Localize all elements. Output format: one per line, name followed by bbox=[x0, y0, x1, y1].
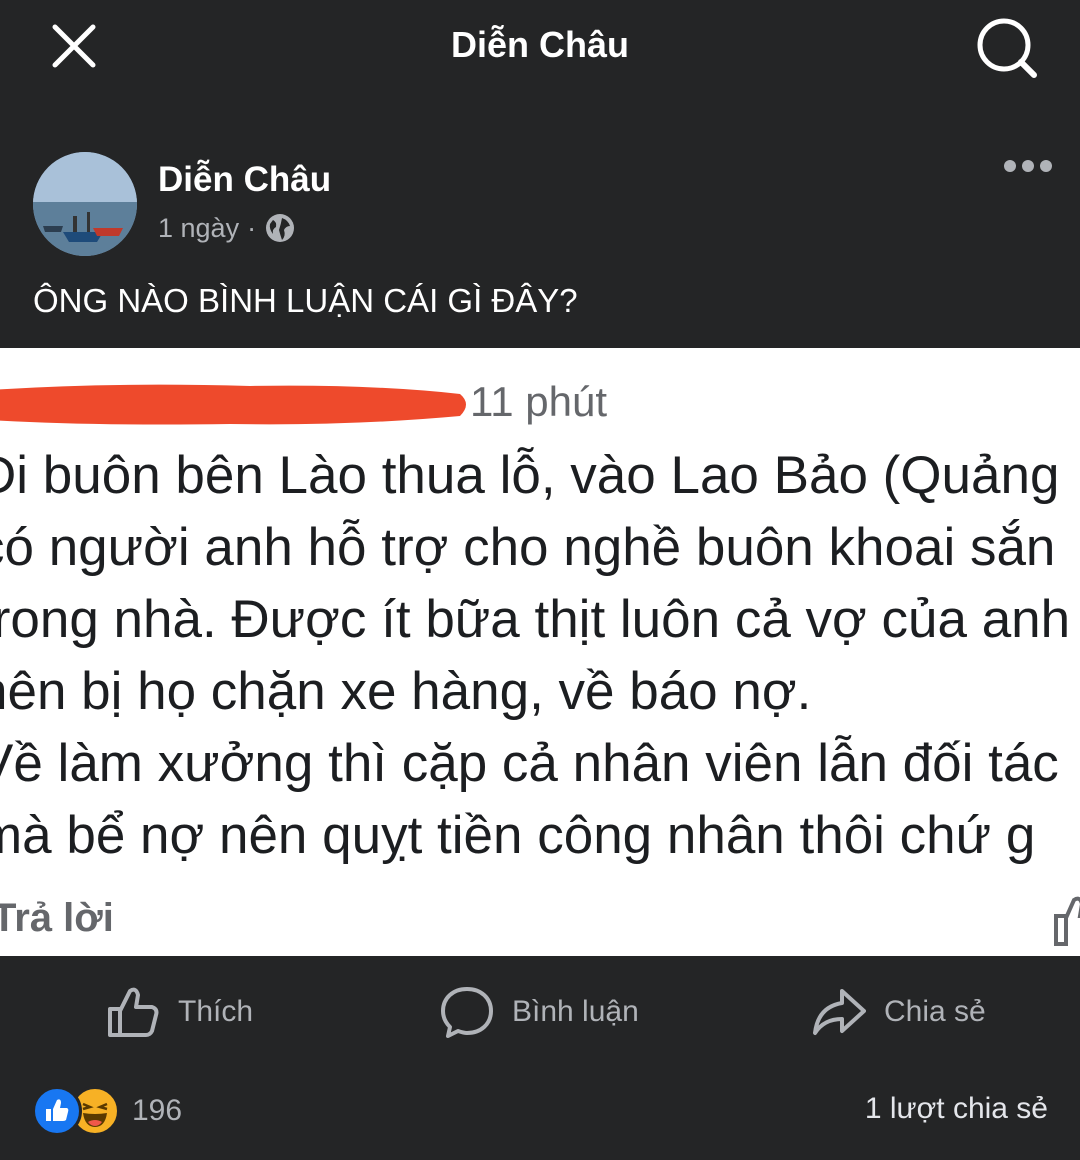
like-button[interactable]: Thích bbox=[106, 984, 253, 1040]
page-title: Diễn Châu bbox=[450, 24, 629, 65]
comment-line: mà bể nợ nên quỵt tiền công nhân thôi ch… bbox=[0, 806, 1036, 865]
comment-line: trong nhà. Được ít bữa thịt luôn cả vợ c… bbox=[0, 590, 1071, 649]
reaction-count: 196 bbox=[132, 1094, 183, 1127]
post-caption: ÔNG NÀO BÌNH LUẬN CÁI GÌ ĐÂY? bbox=[33, 282, 578, 319]
search-icon[interactable] bbox=[972, 14, 1040, 82]
like-thumb-icon bbox=[1048, 888, 1080, 948]
post-stats: 196 1 lượt chia sẻ bbox=[0, 1080, 1080, 1140]
comment-line: có người anh hỗ trợ cho nghề buôn khoai … bbox=[0, 518, 1056, 577]
like-label: Thích bbox=[178, 995, 254, 1028]
redacted-name bbox=[0, 384, 466, 425]
post-meta: 1 ngày · bbox=[158, 212, 296, 244]
post-image[interactable]: 11 phút Đi buôn bên Lào thua lỗ, vào Lao… bbox=[0, 348, 1080, 956]
comment-text: Đi buôn bên Lào thua lỗ, vào Lao Bảo (Qu… bbox=[0, 440, 1080, 872]
globe-icon bbox=[264, 212, 296, 244]
author-name[interactable]: Diễn Châu bbox=[158, 160, 331, 200]
post-time[interactable]: 1 ngày bbox=[158, 213, 239, 244]
reply-label: Trả lời bbox=[0, 896, 114, 940]
meta-separator: · bbox=[247, 212, 257, 243]
post-header: Diễn Châu 1 ngày · bbox=[0, 140, 1080, 270]
share-label: Chia sẻ bbox=[884, 995, 986, 1028]
comment-time: 11 phút bbox=[470, 378, 608, 425]
comment-line: nên bị họ chặn xe hàng, về báo nợ. bbox=[0, 662, 812, 721]
comment-line: Đi buôn bên Lào thua lỗ, vào Lao Bảo (Qu… bbox=[0, 446, 1060, 505]
top-bar: Diễn Châu bbox=[0, 0, 1080, 95]
avatar[interactable] bbox=[33, 152, 137, 256]
like-icon bbox=[108, 987, 159, 1037]
comment-icon bbox=[441, 987, 493, 1038]
share-icon bbox=[813, 989, 866, 1035]
comment-label: Bình luận bbox=[512, 995, 639, 1028]
share-button[interactable]: Chia sẻ bbox=[812, 984, 986, 1040]
comment-button[interactable]: Bình luận bbox=[440, 984, 639, 1040]
more-options-icon[interactable] bbox=[1000, 154, 1056, 178]
like-reaction-icon bbox=[32, 1086, 82, 1136]
share-count[interactable]: 1 lượt chia sẻ bbox=[865, 1092, 1048, 1126]
reactions-summary[interactable]: 196 bbox=[32, 1086, 182, 1136]
action-bar: Thích Bình luận Chia sẻ bbox=[0, 968, 1080, 1058]
comment-line: Về làm xưởng thì cặp cả nhân viên lẫn đố… bbox=[0, 734, 1059, 793]
